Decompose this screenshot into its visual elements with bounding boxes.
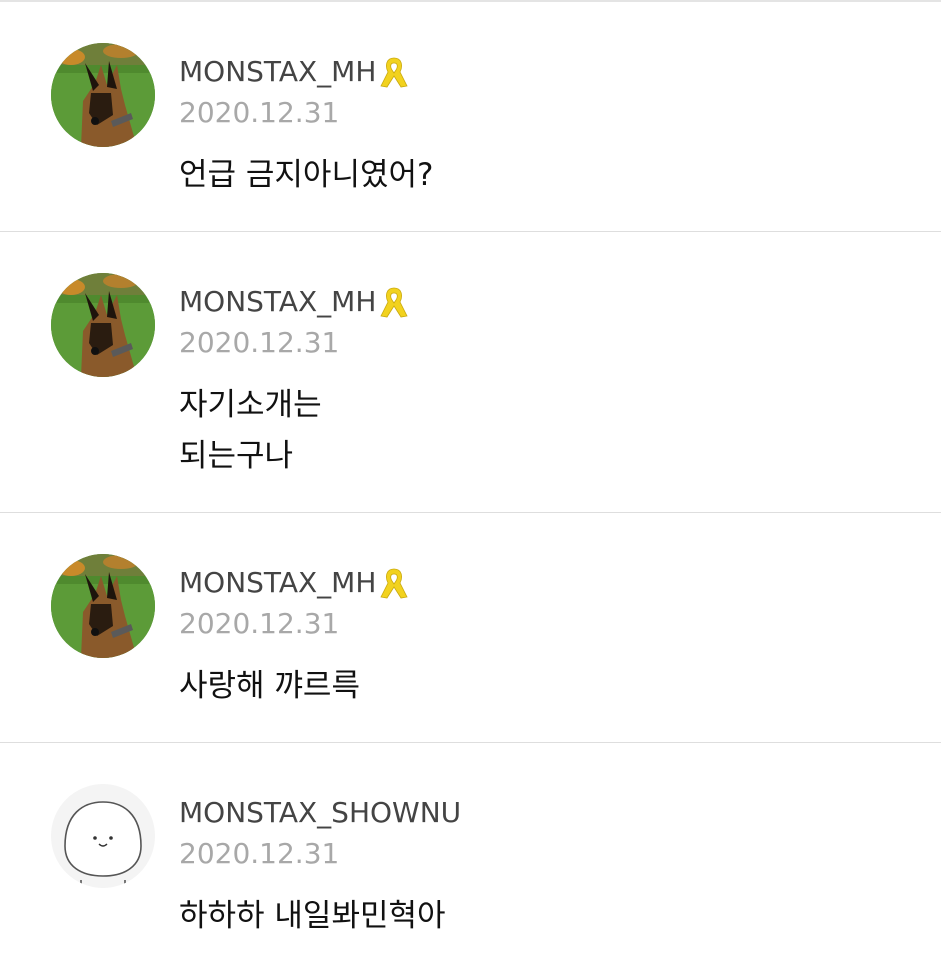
dog-photo-avatar[interactable] [51, 273, 155, 377]
author-name[interactable]: MONSTAX_SHOWNU [179, 795, 461, 831]
comment-item: MONSTAX_SHOWNU 2020.12.31 하하하 내일봐민혁아 [0, 743, 941, 972]
comment-item: MONSTAX_MH 2020.12.31 자기소개는 되는구나 [0, 232, 941, 513]
comment-author[interactable]: MONSTAX_MH [179, 565, 411, 601]
comment-author[interactable]: MONSTAX_MH [179, 54, 411, 90]
dog-photo-avatar[interactable] [51, 43, 155, 147]
comment-text: 자기소개는 되는구나 [179, 380, 322, 482]
comment-date: 2020.12.31 [179, 326, 340, 359]
comment-text-line: 되는구나 [179, 438, 294, 474]
comment-date: 2020.12.31 [179, 837, 340, 870]
comment-author[interactable]: MONSTAX_SHOWNU [179, 795, 461, 831]
comment-text-line: 사랑해 꺄르륵 [179, 668, 360, 704]
comment-text-line: 자기소개는 [179, 387, 322, 423]
author-name[interactable]: MONSTAX_MH [179, 565, 376, 601]
comment-text-line: 언급 금지아니였어? [179, 157, 434, 193]
author-name[interactable]: MONSTAX_MH [179, 284, 376, 320]
author-name[interactable]: MONSTAX_MH [179, 54, 376, 90]
comment-date: 2020.12.31 [179, 607, 340, 640]
comment-item: MONSTAX_MH 2020.12.31 사랑해 꺄르륵 [0, 513, 941, 743]
comment-text: 하하하 내일봐민혁아 [179, 891, 446, 942]
comment-text: 사랑해 꺄르륵 [179, 661, 360, 712]
comment-text: 언급 금지아니였어? [179, 150, 433, 201]
yellow-ribbon-icon [377, 54, 411, 90]
yellow-ribbon-icon [377, 284, 411, 320]
cartoon-character-avatar[interactable] [51, 784, 155, 888]
comment-author[interactable]: MONSTAX_MH [179, 284, 411, 320]
comment-text-line: 하하하 내일봐민혁아 [179, 898, 446, 934]
dog-photo-avatar[interactable] [51, 554, 155, 658]
comment-item: MONSTAX_MH 2020.12.31 언급 금지아니였어? [0, 2, 941, 232]
yellow-ribbon-icon [377, 565, 411, 601]
comment-date: 2020.12.31 [179, 96, 340, 129]
